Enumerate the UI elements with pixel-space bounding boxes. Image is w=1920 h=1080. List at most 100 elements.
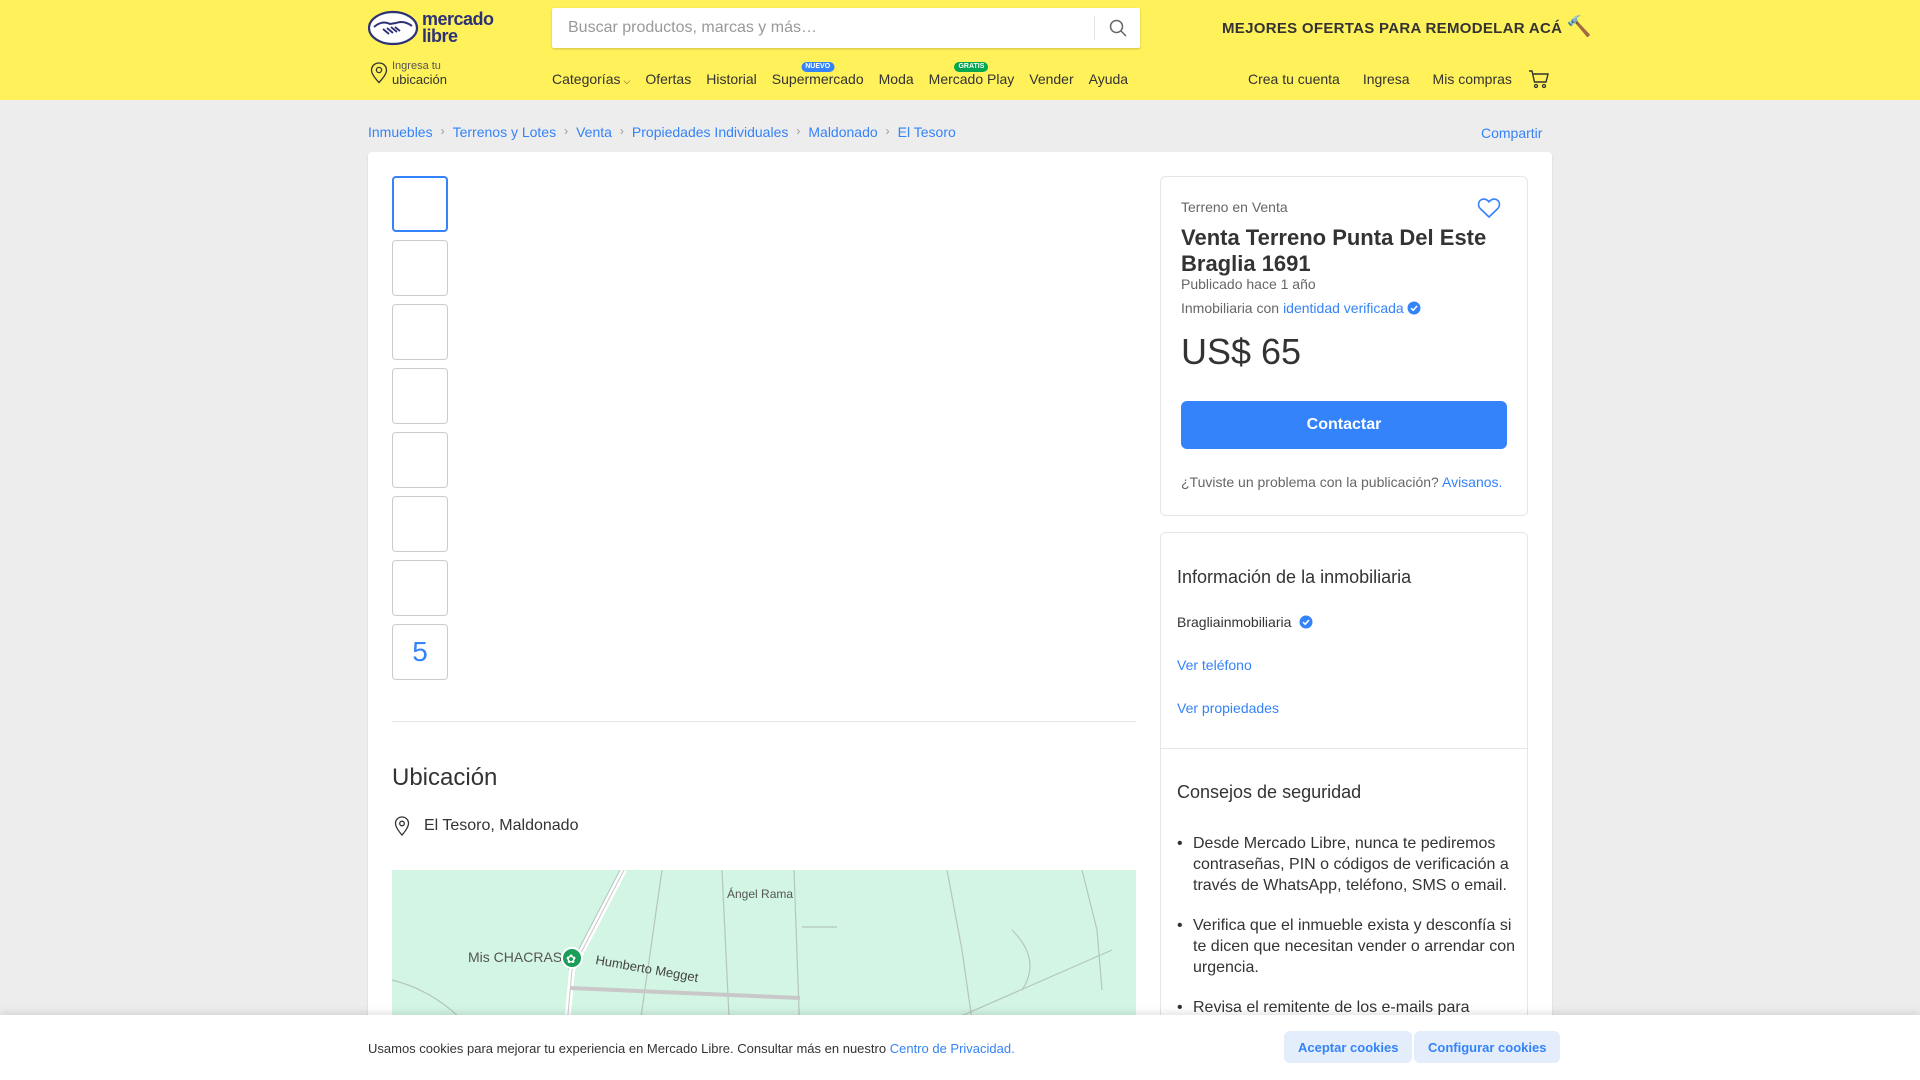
heart-icon[interactable] bbox=[1477, 197, 1501, 219]
login-link[interactable]: Ingresa bbox=[1363, 71, 1410, 87]
map-place-label: Mis CHACRAS bbox=[468, 949, 562, 965]
gallery-thumbnail[interactable] bbox=[392, 496, 448, 552]
safety-section-title: Consejos de seguridad bbox=[1177, 782, 1362, 802]
new-badge: NUEVO bbox=[801, 62, 835, 72]
gallery-thumbnail[interactable] bbox=[392, 432, 448, 488]
seller-name-row: Bragliainmobiliaria bbox=[1177, 614, 1313, 630]
gallery-thumbnail[interactable] bbox=[392, 368, 448, 424]
nav-item-supermercado[interactable]: NUEVO Supermercado bbox=[771, 62, 864, 87]
seller-panel: Información de la inmobiliaria Bragliain… bbox=[1160, 532, 1528, 1080]
location-pin-icon bbox=[370, 62, 388, 84]
listing-price: US$ 65 bbox=[1181, 331, 1302, 372]
accept-cookies-button[interactable]: Aceptar cookies bbox=[1284, 1031, 1413, 1063]
location-address: El Tesoro, Maldonado bbox=[392, 816, 578, 836]
map-street-label: Humberto Megget bbox=[594, 952, 699, 985]
location-hint: Ingresa tu bbox=[392, 60, 441, 72]
search-icon[interactable] bbox=[1108, 18, 1128, 38]
gallery-thumbnail[interactable] bbox=[392, 240, 448, 296]
seller-name: Bragliainmobiliaria bbox=[1177, 614, 1292, 630]
promo-text: MEJORES OFERTAS PARA REMODELAR ACÁ bbox=[1222, 20, 1563, 37]
breadcrumb: Inmuebles › Terrenos y Lotes › Venta › Prop… bbox=[368, 124, 956, 140]
cookie-text: Usamos cookies para mejorar tu experienc… bbox=[368, 1041, 887, 1056]
safety-tips-list: Desde Mercado Libre, nunca te pediremos … bbox=[1177, 833, 1517, 1037]
report-row: ¿Tuviste un problema con la publicación?… bbox=[1181, 474, 1502, 490]
chevron-right-icon: › bbox=[885, 124, 890, 138]
verified-identity-link[interactable]: identidad verificada bbox=[1283, 300, 1404, 316]
chevron-right-icon: › bbox=[440, 124, 445, 138]
location-pin-icon bbox=[394, 816, 410, 836]
listing-info-panel: Terreno en Venta Venta Terreno Punta Del… bbox=[1160, 176, 1528, 516]
nav-item-ofertas[interactable]: Ofertas bbox=[645, 71, 691, 87]
nav-item-categorias[interactable]: Categorías ⌵ bbox=[552, 71, 630, 87]
hammer-icon: 🔨 bbox=[1566, 16, 1592, 38]
location-selector[interactable]: Ingresa tu ubicación bbox=[370, 60, 447, 87]
my-purchases-link[interactable]: Mis compras bbox=[1433, 71, 1512, 87]
list-item: Desde Mercado Libre, nunca te pediremos … bbox=[1177, 833, 1517, 896]
share-link[interactable]: Compartir bbox=[1481, 125, 1542, 141]
report-text: ¿Tuviste un problema con la publicación? bbox=[1181, 474, 1439, 490]
verified-identity-row: Inmobiliaria con identidad verificada bbox=[1181, 300, 1421, 316]
search-box bbox=[552, 8, 1140, 48]
nav-item-mercado-play[interactable]: GRATIS Mercado Play bbox=[928, 62, 1015, 87]
privacy-center-link[interactable]: Centro de Privacidad. bbox=[890, 1041, 1015, 1056]
configure-cookies-button[interactable]: Configurar cookies bbox=[1414, 1031, 1561, 1063]
free-badge: GRATIS bbox=[954, 62, 989, 72]
report-link[interactable]: Avisanos. bbox=[1442, 474, 1502, 490]
breadcrumb-item[interactable]: Maldonado bbox=[808, 124, 877, 140]
panel-divider bbox=[1161, 748, 1527, 749]
search-separator bbox=[1094, 16, 1095, 40]
gallery-thumbnail[interactable] bbox=[392, 176, 448, 232]
main-nav: Categorías ⌵ Ofertas Historial NUEVO Super… bbox=[552, 62, 1143, 87]
cookie-text-row: Usamos cookies para mejorar tu experienc… bbox=[368, 1041, 1015, 1056]
address-text: El Tesoro, Maldonado bbox=[424, 817, 579, 834]
chevron-right-icon: › bbox=[564, 124, 569, 138]
chevron-right-icon: › bbox=[619, 124, 624, 138]
breadcrumb-item[interactable]: Propiedades Individuales bbox=[632, 124, 788, 140]
svg-text:✿: ✿ bbox=[566, 952, 576, 966]
chevron-right-icon: › bbox=[796, 124, 801, 138]
nav-item-historial[interactable]: Historial bbox=[706, 71, 757, 87]
logo-line2: libre bbox=[422, 26, 458, 46]
gallery-thumbnail[interactable] bbox=[392, 304, 448, 360]
nav-label: Ofertas bbox=[645, 71, 692, 87]
nav-item-vender[interactable]: Vender bbox=[1029, 71, 1073, 87]
logo-text: mercado libre bbox=[422, 10, 494, 46]
user-nav: Crea tu cuenta Ingresa Mis compras bbox=[1248, 71, 1535, 87]
nav-label: Moda bbox=[878, 71, 914, 87]
search-input[interactable] bbox=[552, 8, 1092, 48]
nav-label: Vender bbox=[1029, 71, 1074, 87]
nav-item-ayuda[interactable]: Ayuda bbox=[1089, 71, 1128, 87]
seller-section-title: Información de la inmobiliaria bbox=[1177, 567, 1412, 587]
create-account-link[interactable]: Crea tu cuenta bbox=[1248, 71, 1340, 87]
top-header: mercado libre MEJORES OFERTAS PARA REMOD… bbox=[0, 0, 1920, 100]
nav-label: Mercado Play bbox=[928, 71, 1015, 87]
cart-icon[interactable] bbox=[1528, 69, 1550, 89]
breadcrumb-item[interactable]: Inmuebles bbox=[368, 124, 433, 140]
inmo-prefix: Inmobiliaria con bbox=[1181, 300, 1280, 316]
section-divider bbox=[392, 721, 1136, 722]
chevron-down-icon: ⌵ bbox=[623, 76, 631, 86]
location-section-title: Ubicación bbox=[392, 764, 498, 791]
nav-label: Categorías bbox=[552, 71, 621, 87]
gallery-thumbnail[interactable] bbox=[392, 560, 448, 616]
breadcrumb-item[interactable]: Venta bbox=[576, 124, 612, 140]
listing-card: 5 Ubicación El Tesoro, Maldonado Ángel R… bbox=[368, 152, 1552, 1080]
nav-item-moda[interactable]: Moda bbox=[879, 71, 914, 87]
nav-label: Supermercado bbox=[771, 71, 864, 87]
handshake-logo-icon bbox=[368, 10, 419, 46]
map-street-label: Ángel Rama bbox=[727, 886, 793, 901]
contact-button[interactable]: Contactar bbox=[1181, 401, 1507, 449]
location-label: ubicación bbox=[392, 72, 447, 87]
gallery-more-button[interactable]: 5 bbox=[392, 624, 448, 680]
breadcrumb-item[interactable]: El Tesoro bbox=[898, 124, 956, 140]
mercadolibre-logo[interactable]: mercado libre bbox=[368, 10, 508, 46]
listing-published: Publicado hace 1 año bbox=[1181, 276, 1316, 292]
verified-badge-icon bbox=[1299, 615, 1313, 629]
cookie-banner: Usamos cookies para mejorar tu experienc… bbox=[0, 1015, 1920, 1080]
view-phone-link[interactable]: Ver teléfono bbox=[1177, 657, 1252, 673]
view-properties-link[interactable]: Ver propiedades bbox=[1177, 700, 1279, 716]
promo-banner[interactable]: MEJORES OFERTAS PARA REMODELAR ACÁ 🔨 bbox=[1222, 14, 1592, 39]
nav-label: Ayuda bbox=[1088, 71, 1129, 87]
breadcrumb-item[interactable]: Terrenos y Lotes bbox=[453, 124, 557, 140]
listing-condition: Terreno en Venta bbox=[1181, 199, 1288, 215]
